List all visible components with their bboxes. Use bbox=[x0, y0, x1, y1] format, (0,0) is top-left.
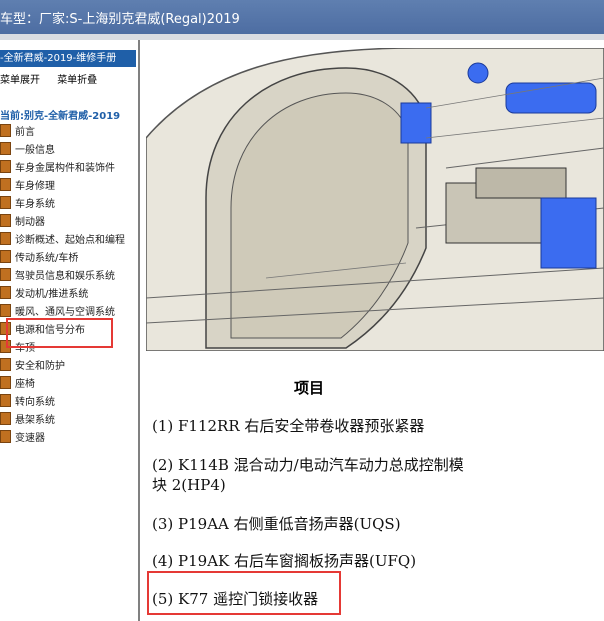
tree-item-power-signal[interactable]: 电源和信号分布 bbox=[0, 322, 136, 340]
tree-item-suspension[interactable]: 悬架系统 bbox=[0, 412, 136, 430]
book-icon bbox=[0, 412, 11, 425]
title-bar: 车型：厂家:S-上海别克君威(Regal)2019 bbox=[0, 0, 604, 40]
book-icon bbox=[0, 214, 11, 227]
book-icon bbox=[0, 322, 11, 335]
component-item-1: (1) F112RR 右后安全带卷收器预张紧器 bbox=[152, 417, 425, 435]
tree-item-safety[interactable]: 安全和防护 bbox=[0, 358, 136, 376]
tree-item-label: 诊断概述、起始点和编程 bbox=[15, 235, 125, 246]
tree-item-label: 悬架系统 bbox=[15, 415, 55, 426]
collapse-menu-button[interactable]: 菜单折叠 bbox=[57, 75, 97, 86]
book-icon bbox=[0, 142, 11, 155]
book-icon bbox=[0, 250, 11, 263]
section-title: 项目 bbox=[294, 379, 325, 397]
tree-item-infotainment[interactable]: 驾驶员信息和娱乐系统 bbox=[0, 268, 136, 286]
component-item-3: (3) P19AA 右侧重低音扬声器(UQS) bbox=[152, 515, 401, 533]
book-icon bbox=[0, 376, 11, 389]
expand-menu-button[interactable]: 菜单展开 bbox=[0, 75, 40, 86]
tree-item-body-repair[interactable]: 车身修理 bbox=[0, 178, 136, 196]
tree-item-label: 暖风、通风与空调系统 bbox=[15, 307, 115, 318]
tree-item-label: 车身系统 bbox=[15, 199, 55, 210]
vehicle-diagram bbox=[146, 48, 604, 351]
tree-item-transmission[interactable]: 变速器 bbox=[0, 430, 136, 448]
tree-item-body-systems[interactable]: 车身系统 bbox=[0, 196, 136, 214]
tree-item-body-metal[interactable]: 车身金属构件和装饰件 bbox=[0, 160, 136, 178]
tree-item-roof[interactable]: 车顶 bbox=[0, 340, 136, 358]
content-pane: 项目 (1) F112RR 右后安全带卷收器预张紧器 (2) K114B 混合动… bbox=[140, 40, 604, 621]
book-icon bbox=[0, 286, 11, 299]
tree-item-label: 座椅 bbox=[15, 379, 35, 390]
tree-item-label: 车身修理 bbox=[15, 181, 55, 192]
tree-item-label: 转向系统 bbox=[15, 397, 55, 408]
tree-item-label: 电源和信号分布 bbox=[15, 325, 85, 336]
current-path: 当前:别克-全新君威-2019 bbox=[0, 111, 121, 122]
tree-list: 前言 一般信息 车身金属构件和装饰件 车身修理 车身系统 制动器 诊断概述、起始… bbox=[0, 124, 136, 448]
book-icon bbox=[0, 358, 11, 371]
tree-item-label: 制动器 bbox=[15, 217, 45, 228]
tree-item-label: 前言 bbox=[15, 127, 35, 138]
component-item-2: (2) K114B 混合动力/电动汽车动力总成控制模块 2(HP4) bbox=[152, 456, 464, 494]
book-icon bbox=[0, 232, 11, 245]
tree-item-label: 一般信息 bbox=[15, 145, 55, 156]
book-icon bbox=[0, 124, 11, 137]
book-icon bbox=[0, 430, 11, 443]
book-icon bbox=[0, 268, 11, 281]
book-icon bbox=[0, 196, 11, 209]
tree-item-brakes[interactable]: 制动器 bbox=[0, 214, 136, 232]
tree-item-general-info[interactable]: 一般信息 bbox=[0, 142, 136, 160]
sidebar: -全新君威-2019-维修手册 菜单展开 菜单折叠 当前:别克-全新君威-201… bbox=[0, 40, 140, 621]
tree-item-label: 车顶 bbox=[15, 343, 35, 354]
tree-item-label: 车身金属构件和装饰件 bbox=[15, 163, 115, 174]
tree-item-engine[interactable]: 发动机/推进系统 bbox=[0, 286, 136, 304]
tree-item-preface[interactable]: 前言 bbox=[0, 124, 136, 142]
sidebar-header: -全新君威-2019-维修手册 bbox=[0, 50, 136, 67]
tree-item-label: 驾驶员信息和娱乐系统 bbox=[15, 271, 115, 282]
tree-item-seats[interactable]: 座椅 bbox=[0, 376, 136, 394]
component-item-4: (4) P19AK 右后车窗搁板扬声器(UFQ) bbox=[152, 552, 417, 570]
tree-item-label: 安全和防护 bbox=[15, 361, 65, 372]
sidebar-toolbar: 菜单展开 菜单折叠 bbox=[0, 71, 111, 86]
tree-item-steering[interactable]: 转向系统 bbox=[0, 394, 136, 412]
tree-item-label: 发动机/推进系统 bbox=[15, 289, 89, 300]
book-icon bbox=[0, 304, 11, 317]
window-title: 车型：厂家:S-上海别克君威(Regal)2019 bbox=[0, 12, 240, 27]
tree-item-label: 传动系统/车桥 bbox=[15, 253, 79, 264]
tree-item-diagnostics[interactable]: 诊断概述、起始点和编程 bbox=[0, 232, 136, 250]
book-icon bbox=[0, 394, 11, 407]
vehicle-diagram-svg bbox=[146, 48, 604, 351]
book-icon bbox=[0, 340, 11, 353]
tree-item-driveline[interactable]: 传动系统/车桥 bbox=[0, 250, 136, 268]
book-icon bbox=[0, 178, 11, 191]
tree-item-label: 变速器 bbox=[15, 433, 45, 444]
book-icon bbox=[0, 160, 11, 173]
tree-item-hvac[interactable]: 暖风、通风与空调系统 bbox=[0, 304, 136, 322]
component-item-5: (5) K77 遥控门锁接收器 bbox=[152, 590, 319, 608]
